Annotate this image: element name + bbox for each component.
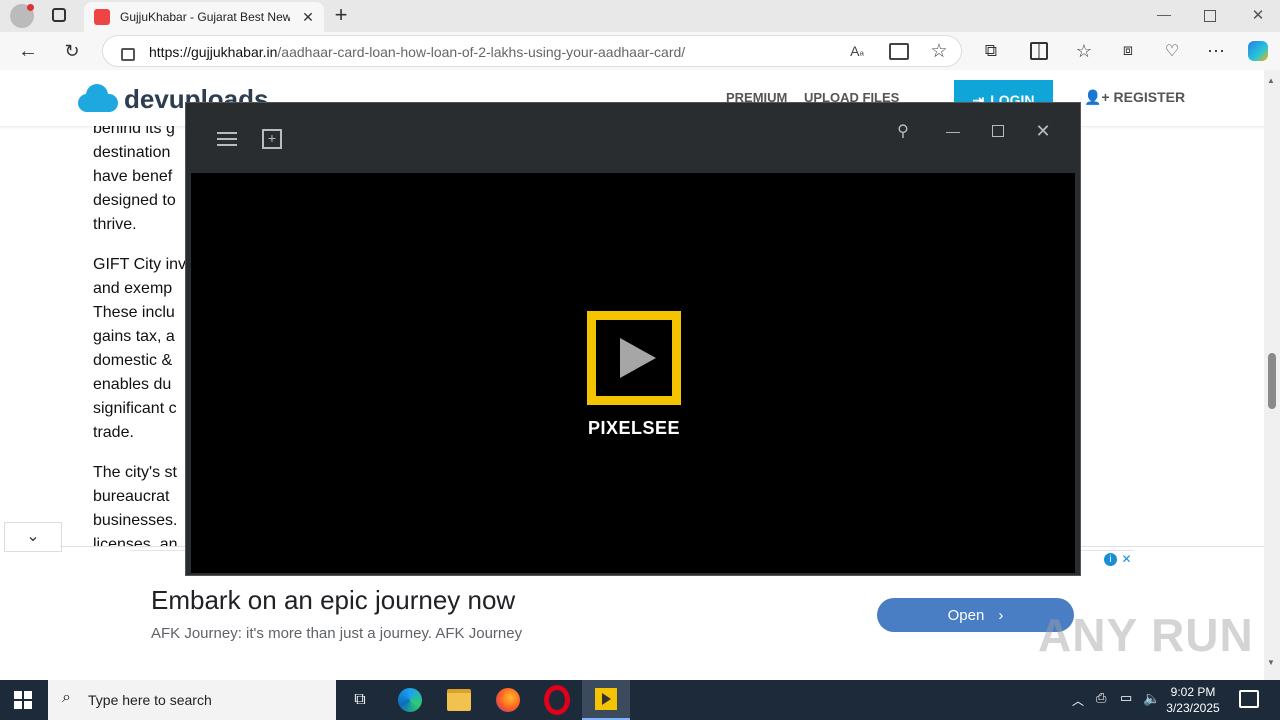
- ad-title[interactable]: Embark on an epic journey now: [151, 585, 515, 616]
- profile-icon[interactable]: [10, 4, 34, 28]
- register-link[interactable]: 👤+ REGISTER: [1084, 89, 1185, 106]
- copilot-icon[interactable]: [1244, 37, 1272, 65]
- extensions-icon[interactable]: ⧉: [977, 37, 1005, 65]
- notification-icon[interactable]: [1239, 690, 1259, 708]
- browser-essentials-icon[interactable]: ♡: [1158, 37, 1186, 65]
- tab-close-icon[interactable]: ✕: [298, 7, 318, 27]
- chevron-right-icon: ›: [998, 606, 1004, 624]
- collections-icon[interactable]: ⧈: [1114, 37, 1142, 65]
- window-close-icon[interactable]: ✕: [1248, 6, 1268, 24]
- tab-actions-icon[interactable]: [52, 8, 66, 22]
- page-scrollbar[interactable]: ▲ ▼: [1264, 70, 1280, 680]
- video-area[interactable]: PIXELSEE: [191, 173, 1075, 573]
- new-tab-icon[interactable]: +: [330, 4, 352, 26]
- volume-icon[interactable]: 🔈: [1143, 690, 1160, 707]
- add-file-icon[interactable]: +: [252, 119, 292, 159]
- search-icon: ⌕: [62, 689, 71, 706]
- window-restore-icon[interactable]: [1204, 10, 1216, 22]
- player-titlebar[interactable]: + ⚲ — ✕: [186, 103, 1080, 173]
- favorite-star-icon[interactable]: ☆: [925, 37, 953, 65]
- player-maximize-icon[interactable]: [978, 111, 1018, 151]
- player-close-icon[interactable]: ✕: [1023, 111, 1063, 151]
- pixelsee-play-logo-icon[interactable]: [587, 311, 681, 405]
- split-screen-icon[interactable]: [1025, 37, 1053, 65]
- scroll-up-arrow-icon[interactable]: ▲: [1267, 76, 1275, 85]
- tab-title: GujjuKhabar - Gujarat Best News: [120, 10, 290, 24]
- address-bar[interactable]: https://gujjukhabar.in/aadhaar-card-loan…: [102, 35, 962, 67]
- read-aloud-icon[interactable]: Aₐ: [843, 37, 871, 65]
- more-menu-icon[interactable]: ⋯: [1202, 37, 1230, 65]
- task-view-icon[interactable]: ⧉: [336, 680, 384, 720]
- taskbar-clock[interactable]: 9:02 PM 3/23/2025: [1160, 684, 1226, 716]
- scrollbar-thumb[interactable]: [1268, 353, 1276, 409]
- back-icon[interactable]: ←: [14, 37, 42, 65]
- add-user-icon: 👤+: [1084, 89, 1110, 105]
- show-hidden-icons-icon[interactable]: ︿: [1072, 692, 1084, 709]
- file-explorer-icon[interactable]: [435, 680, 483, 720]
- windows-taskbar: ⌕ Type here to search ⧉ ︿ ⎙ ▭ 🔈 9:02 PM …: [0, 680, 1280, 720]
- window-minimize-icon[interactable]: —: [1152, 6, 1176, 22]
- search-placeholder: Type here to search: [88, 692, 212, 708]
- scroll-down-arrow-icon[interactable]: ▼: [1267, 658, 1275, 667]
- site-favicon-icon: [94, 9, 110, 25]
- pixelsee-player-window[interactable]: + ⚲ — ✕ PIXELSEE: [185, 102, 1081, 576]
- favorites-icon[interactable]: ☆: [1070, 37, 1098, 65]
- tab-gujjukhabar[interactable]: GujjuKhabar - Gujarat Best News ✕: [84, 2, 324, 32]
- windows-start-icon[interactable]: [14, 691, 32, 709]
- browser-tab-bar: GujjuKhabar - Gujarat Best News ✕ + — ✕: [0, 0, 1280, 32]
- ad-subtitle: AFK Journey: it's more than just a journ…: [151, 625, 523, 642]
- collapse-chevron-icon[interactable]: ⌄: [4, 522, 62, 552]
- refresh-icon[interactable]: ↻: [58, 37, 86, 65]
- ad-open-label: Open: [947, 606, 985, 624]
- register-label: REGISTER: [1113, 89, 1186, 105]
- firefox-icon[interactable]: [484, 680, 532, 720]
- browser-toolbar: ← ↻ https://gujjukhabar.in/aadhaar-card-…: [0, 32, 1280, 70]
- clock-date: 3/23/2025: [1166, 701, 1220, 715]
- lock-icon[interactable]: [121, 48, 135, 61]
- clock-time: 9:02 PM: [1170, 685, 1216, 699]
- device-icon[interactable]: ⎙: [1096, 690, 1106, 706]
- menu-hamburger-icon[interactable]: [207, 119, 247, 159]
- edge-icon[interactable]: [386, 680, 434, 720]
- pixelsee-taskbar-icon[interactable]: [582, 680, 630, 720]
- anyrun-watermark: ANY RUN: [1038, 609, 1254, 661]
- player-minimize-icon[interactable]: —: [933, 111, 973, 151]
- opera-icon[interactable]: [533, 680, 581, 720]
- pixelsee-brand: PIXELSEE: [587, 418, 681, 438]
- pin-icon[interactable]: ⚲: [883, 111, 923, 151]
- immersive-reader-icon[interactable]: [885, 37, 913, 65]
- url-text: https://gujjukhabar.in/aadhaar-card-loan…: [149, 44, 686, 60]
- devuploads-cloud-icon[interactable]: [78, 84, 118, 112]
- ad-close-icon[interactable]: ✕: [1120, 553, 1133, 566]
- taskbar-search-box[interactable]: ⌕ Type here to search: [48, 680, 336, 720]
- network-icon[interactable]: ▭: [1120, 690, 1132, 706]
- ad-info-icon[interactable]: i: [1104, 553, 1117, 566]
